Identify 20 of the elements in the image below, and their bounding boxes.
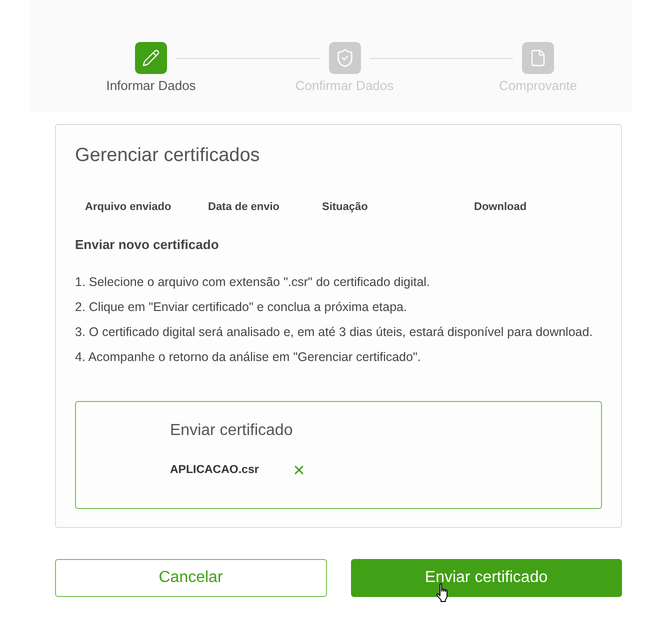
upload-title: Enviar certificado [170,421,294,441]
instruction-text: 2. Clique em "Enviar certificado" e conclua a próxima etapa. [75,299,408,316]
shield-check-icon [334,48,354,68]
file-name: APLICACAO.csr [170,463,259,478]
section-title: Enviar novo certificado [75,237,220,253]
step-icon-tile[interactable] [328,42,360,74]
column-header: Download [474,200,528,215]
step-icon-tile[interactable] [135,42,167,74]
pencil-icon [142,49,160,67]
instruction-text: 4. Acompanhe o retorno da análise em "Gerenciar certificado". [75,349,422,366]
step-icon-tile[interactable] [522,42,554,74]
column-header: Data de envio [208,200,281,215]
column-header: Arquivo enviado [85,200,172,215]
cancel-button[interactable]: Cancelar [55,559,326,597]
document-icon [529,49,547,67]
instruction-text: 1. Selecione o arquivo com extensão ".csr" do certificado digital. [75,274,431,291]
card-title: Gerenciar certificados [75,144,261,168]
step-label: Informar Dados [106,78,196,94]
instruction-text: 3. O certificado digital será analisado e, em até 3 dias úteis, estará disponível para download. [75,324,594,341]
column-header: Situação [322,200,369,215]
